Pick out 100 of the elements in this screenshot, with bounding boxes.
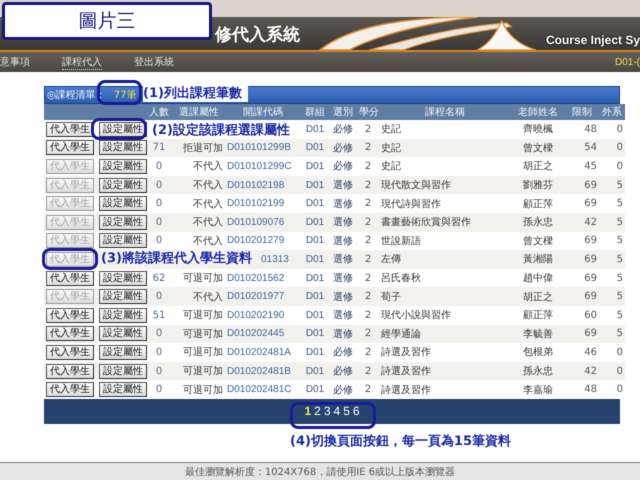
highlight-outline — [97, 80, 142, 105]
table-cell: D010202445 — [225, 324, 301, 344]
set-attribute-button[interactable]: 設定屬性 — [99, 140, 148, 156]
set-attribute-button[interactable]: 設定屬性 — [99, 158, 148, 174]
page-link[interactable]: 5 — [343, 404, 350, 418]
page-link[interactable]: 3 — [324, 404, 330, 418]
table-cell-text: 2 — [364, 383, 372, 398]
table-cell: 選修 — [329, 212, 357, 232]
set-attribute-button[interactable]: 設定屬性 — [99, 270, 148, 286]
footer-text: 最佳瀏覽解析度：1024X768，請使用IE 6或以上版本瀏覽器 — [184, 466, 456, 478]
table-cell: 5 — [599, 176, 625, 194]
table-cell: 世說新語 — [379, 232, 511, 250]
table-cell: 2 — [357, 306, 379, 325]
table-cell: D01 — [301, 212, 329, 232]
set-attribute-button[interactable]: 設定屬性 — [99, 382, 148, 398]
table-cell: 0 — [145, 157, 173, 176]
table-cell: 42 — [565, 362, 599, 380]
table-cell-text: 李嘉瑜 — [522, 384, 554, 398]
table-cell: D01 — [301, 306, 329, 325]
set-attribute-button[interactable]: 設定屬性 — [99, 214, 148, 230]
table-cell: D010202481A — [225, 343, 301, 362]
table-cell: 71 — [145, 138, 173, 158]
column-header: 限制 — [565, 104, 599, 120]
table-cell: 0 — [145, 287, 173, 306]
table-cell: D010201977 — [225, 287, 301, 306]
table-cell: 曾文樑 — [511, 232, 565, 250]
inject-student-button[interactable]: 代入學生 — [46, 364, 94, 379]
table-cell: 0 — [145, 212, 173, 232]
inject-student-button[interactable]: 代入學生 — [46, 122, 94, 137]
inject-student-button[interactable]: 代入學生 — [46, 344, 94, 360]
table-cell: 必修 — [329, 120, 357, 139]
set-attribute-button[interactable]: 設定屬性 — [99, 289, 148, 304]
english-title: Course Inject Sy — [546, 33, 640, 49]
table-cell: D01 — [301, 176, 329, 194]
table-cell-text: 詩選及習作 — [380, 384, 432, 398]
table-cell: D010101299B — [225, 138, 301, 158]
set-attribute-button[interactable]: 設定屬性 — [99, 326, 148, 342]
inject-student-button[interactable]: 代入學生 — [46, 382, 94, 398]
set-attribute-button[interactable]: 設定屬性 — [99, 364, 148, 379]
column-header: 老師姓名 — [511, 104, 565, 120]
table-cell: D01 — [301, 194, 329, 213]
table-cell: 2 — [357, 362, 379, 380]
page-link[interactable]: 6 — [352, 404, 360, 418]
table-cell: 可退可加 — [173, 306, 225, 325]
table-cell: D010109076 — [225, 212, 301, 232]
page-link[interactable]: 4 — [334, 404, 340, 418]
table-cell: 0 — [145, 232, 173, 250]
table-cell: 46 — [565, 343, 599, 362]
table-cell: 51 — [145, 306, 173, 325]
nav-link[interactable]: 登出系統 — [134, 55, 174, 69]
table-cell: 現代詩與習作 — [379, 194, 511, 213]
table-cell: 詩選及習作 — [379, 362, 511, 380]
set-attribute-button[interactable]: 設定屬性 — [99, 344, 148, 360]
table-cell: 2 — [357, 138, 379, 158]
table-cell: 現代小說與習作 — [379, 306, 511, 325]
column-header: 選課屬性 — [173, 104, 225, 120]
inject-student-button[interactable]: 代入學生 — [46, 308, 94, 323]
table-cell: 2 — [357, 250, 379, 269]
table-cell: 現代散文與習作 — [379, 176, 511, 194]
table-cell: 69 — [565, 232, 599, 250]
table-cell-text: 可退可加 — [182, 384, 224, 398]
page-link[interactable]: 1 — [304, 404, 312, 418]
highlight-outline — [42, 248, 98, 270]
table-cell: 左傳 — [379, 250, 511, 269]
set-attribute-button[interactable]: 設定屬性 — [99, 196, 148, 212]
set-attribute-button[interactable]: 設定屬性 — [99, 178, 148, 193]
table-cell: 2 — [357, 120, 379, 139]
table-cell: 不代入 — [173, 157, 225, 176]
nav-link[interactable]: 意事項 — [0, 55, 30, 69]
table-cell: 選修 — [329, 268, 357, 288]
table-cell: 42 — [565, 212, 599, 232]
table-cell: D01 — [301, 324, 329, 344]
inject-student-button[interactable]: 代入學生 — [46, 326, 94, 342]
table-cell: 69 — [565, 176, 599, 194]
table-cell: D01 — [301, 120, 329, 139]
nav-link[interactable]: 課程代入 — [62, 54, 102, 70]
set-attribute-button[interactable]: 設定屬性 — [99, 122, 148, 137]
table-cell: 2 — [357, 343, 379, 362]
table-cell: 2 — [357, 194, 379, 213]
column-header: 選別 — [329, 104, 357, 120]
table-cell: 0 — [145, 380, 173, 399]
table-cell: 0 — [599, 362, 625, 380]
table-cell: 可退可加 — [173, 324, 225, 344]
inject-student-button[interactable]: 代入學生 — [46, 140, 94, 156]
table-cell: 不代入 — [173, 176, 225, 194]
table-cell: 5 — [599, 306, 625, 325]
set-attribute-button[interactable]: 設定屬性 — [99, 308, 148, 323]
table-cell: 5 — [599, 324, 625, 344]
table-cell: 45 — [565, 157, 599, 176]
table-cell: D010201562 — [225, 268, 301, 288]
table-cell: 2 — [357, 176, 379, 194]
set-attribute-button[interactable]: 設定屬性 — [99, 233, 148, 248]
table-cell: 2 — [357, 232, 379, 250]
page-link[interactable]: 2 — [314, 404, 321, 418]
table-cell: D01 — [301, 138, 329, 158]
inject-student-button[interactable]: 代入學生 — [46, 270, 94, 286]
table-cell: 0 — [599, 157, 625, 176]
table-cell: 48 — [565, 120, 599, 139]
table-cell: 曾文樑 — [511, 138, 565, 158]
table-cell: D010102198 — [225, 176, 301, 194]
